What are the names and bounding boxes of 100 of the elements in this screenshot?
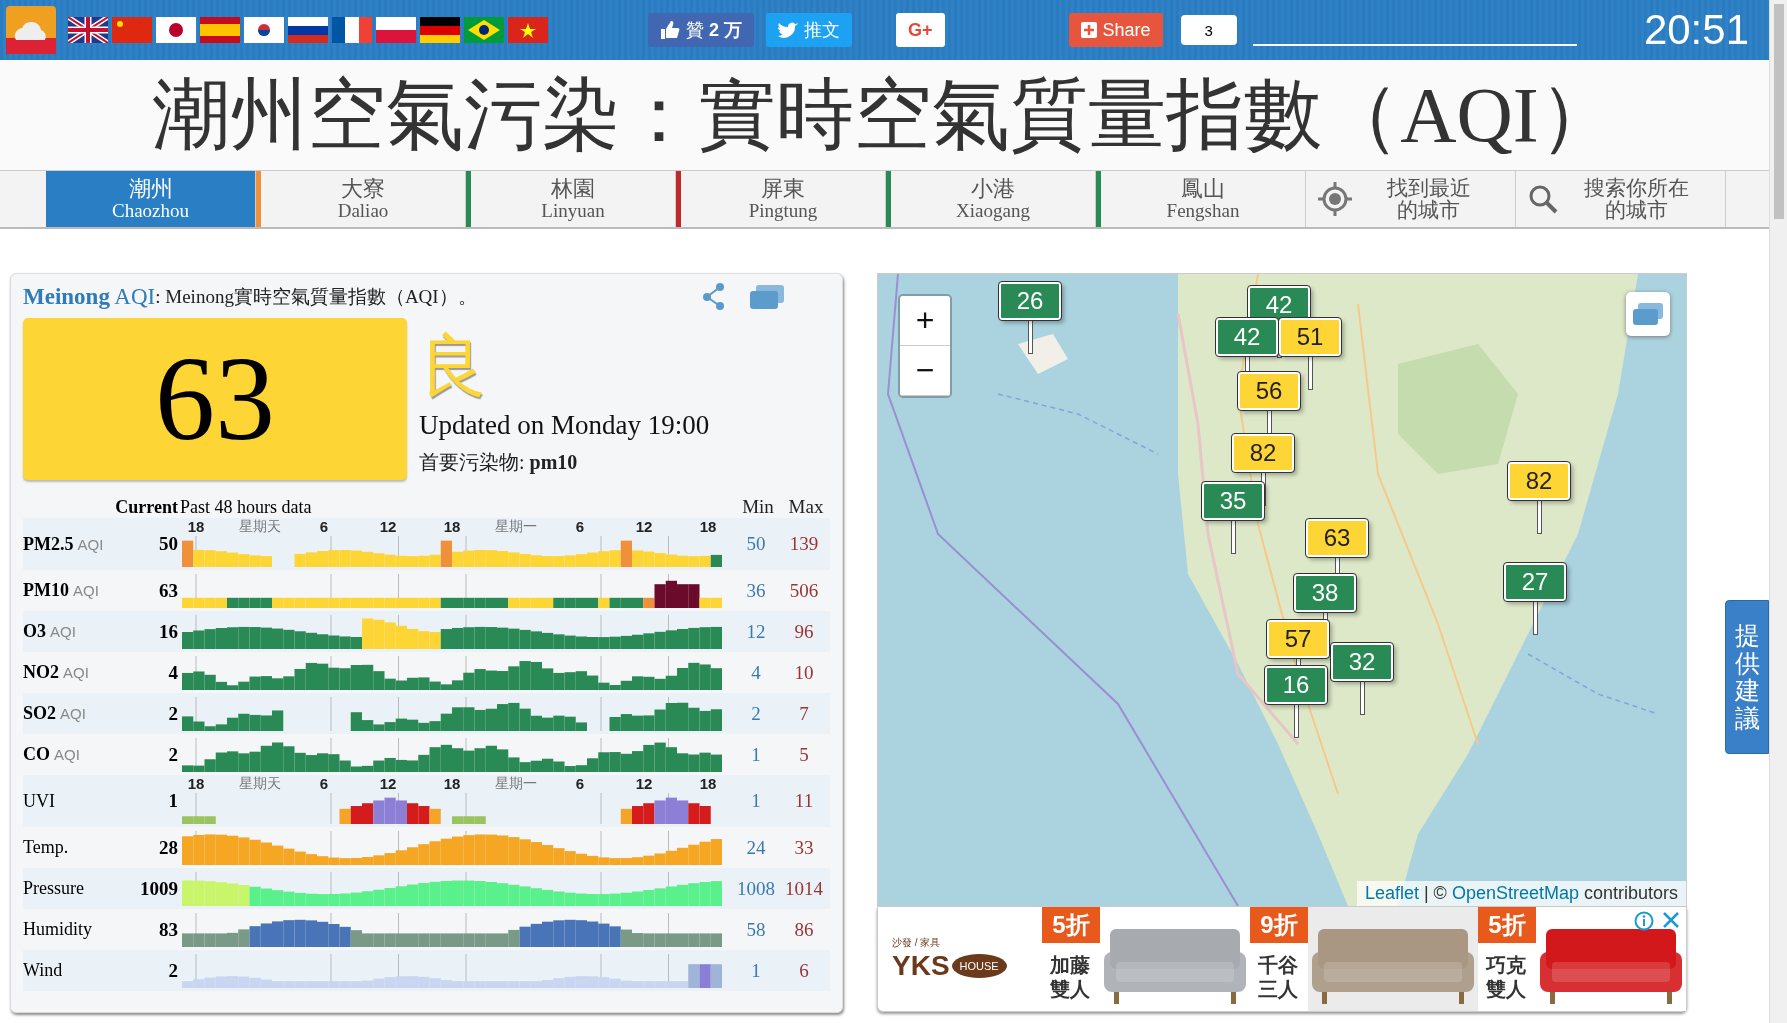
scrollbar-thumb[interactable] <box>1773 4 1784 219</box>
city-tab[interactable]: 小港 Xiaogang <box>886 171 1096 227</box>
like-button[interactable]: 贊 2 万 <box>648 13 755 47</box>
axis-label: 星期天 <box>238 518 282 536</box>
current-value: 2 <box>167 959 178 982</box>
flag-icon[interactable] <box>332 17 372 43</box>
max-value: 6 <box>798 959 810 982</box>
discount-tag: 5折 <box>1478 907 1536 943</box>
axis-label: 12 <box>378 518 398 536</box>
aqi-level: 良 <box>419 332 488 400</box>
city-tab[interactable]: 屏東 Pingtung <box>676 171 886 227</box>
aqi-value: 63 <box>23 318 407 480</box>
flag-icon[interactable] <box>244 17 284 43</box>
column-header: Current <box>115 497 178 517</box>
axis-label: 6 <box>318 775 330 793</box>
row-label: PM10 <box>23 580 69 600</box>
min-value: 12 <box>745 620 767 643</box>
current-value: 83 <box>158 918 178 941</box>
axis-label: 18 <box>698 775 718 793</box>
min-value: 50 <box>745 533 767 555</box>
unit-label: AQI <box>60 705 86 722</box>
max-value: 96 <box>793 620 815 643</box>
city-tab[interactable]: 潮州 Chaozhou <box>46 171 256 227</box>
flag-icon[interactable] <box>288 17 328 43</box>
close-icon[interactable] <box>1662 911 1680 929</box>
min-value: 1008 <box>736 877 776 900</box>
station-link[interactable]: Meinong AQI <box>23 284 156 310</box>
feedback-button[interactable]: 提供建議 <box>1725 600 1769 754</box>
min-value: 4 <box>750 661 762 684</box>
axis-label: 12 <box>634 775 654 793</box>
max-value: 506 <box>788 579 820 602</box>
row-label: Temp. <box>23 837 69 857</box>
min-value: 2 <box>750 702 762 725</box>
axis-label: 6 <box>574 518 586 536</box>
gplus-button[interactable]: G+ <box>896 13 945 47</box>
row-label: SO2 <box>23 703 56 723</box>
row-label: Humidity <box>23 919 92 939</box>
row-label: Wind <box>23 960 63 980</box>
min-value: 1 <box>750 959 762 982</box>
current-value: 1009 <box>139 877 178 900</box>
product-name: 千谷 三人 <box>1257 953 1299 1001</box>
plus-icon <box>1080 22 1097 38</box>
station-description: : Meinong實時空氣質量指數（AQI）。 <box>155 285 477 307</box>
clock-time: 20:51 <box>1643 6 1749 54</box>
axis-label: 18 <box>442 775 462 793</box>
thumbs-up-icon <box>660 20 680 40</box>
axis-label: 12 <box>378 775 398 793</box>
axis-label: 18 <box>698 518 718 536</box>
max-value: 5 <box>798 743 810 766</box>
current-value: 2 <box>167 702 178 725</box>
main-pollutant: 首要污染物: pm10 <box>419 450 579 476</box>
column-header: Past 48 hours data <box>179 497 313 518</box>
row-label: CO <box>23 744 50 764</box>
max-value: 7 <box>798 702 810 725</box>
row-label: UVI <box>23 790 55 811</box>
min-value: 58 <box>745 918 767 941</box>
axis-label: 18 <box>442 518 462 536</box>
flag-icon[interactable] <box>420 17 460 43</box>
logo-bubble: HOUSE <box>951 954 1007 978</box>
cloud-logo-icon[interactable] <box>6 6 56 54</box>
unit-label: AQI <box>54 746 80 763</box>
flag-icon[interactable] <box>464 17 504 43</box>
max-value: 1014 <box>784 877 824 900</box>
search-icon <box>1528 184 1558 214</box>
column-header: Max <box>787 496 825 518</box>
row-label: NO2 <box>23 662 59 682</box>
unit-label: AQI <box>63 664 89 681</box>
share-count: 3 <box>1180 15 1237 45</box>
axis-label: 18 <box>186 775 206 793</box>
product-name: 巧克 雙人 <box>1484 953 1527 1001</box>
axis-label: 12 <box>634 518 654 536</box>
share-icon[interactable] <box>702 282 726 312</box>
min-value: 36 <box>745 579 767 602</box>
info-icon[interactable] <box>1634 911 1654 931</box>
crosshair-icon <box>1318 182 1352 216</box>
unit-label: AQI <box>77 535 104 553</box>
current-value: 50 <box>158 533 178 555</box>
locate-tab[interactable]: 找到最近 的城市 <box>1306 171 1516 227</box>
unit-label: AQI <box>73 582 99 599</box>
updated-time: Updated on Monday 19:00 <box>419 410 710 441</box>
windows-icon[interactable] <box>748 283 786 311</box>
share-button[interactable]: Share <box>1068 13 1163 47</box>
flag-icon[interactable] <box>156 17 196 43</box>
discount-tag: 5折 <box>1042 907 1100 943</box>
min-value: 1 <box>750 743 762 766</box>
city-tab[interactable]: 鳳山 Fengshan <box>1096 171 1306 227</box>
flag-icon[interactable] <box>68 17 108 43</box>
search-tab[interactable]: 搜索你所在 的城市 <box>1516 171 1726 227</box>
city-tab[interactable]: 林園 Linyuan <box>466 171 676 227</box>
current-value: 2 <box>167 743 178 766</box>
axis-label: 星期一 <box>494 775 538 793</box>
axis-label: 星期天 <box>238 775 282 793</box>
city-tab[interactable]: 大寮 Daliao <box>256 171 466 227</box>
max-value: 86 <box>793 918 815 941</box>
current-value: 1 <box>167 790 178 812</box>
ad-logo: YKS <box>892 950 950 982</box>
bird-icon <box>778 21 799 39</box>
tweet-button[interactable]: 推文 <box>766 13 853 47</box>
page-title: 潮州空氣污染：實時空氣質量指數（AQI） <box>0 60 1769 170</box>
row-label: O3 <box>23 621 46 641</box>
